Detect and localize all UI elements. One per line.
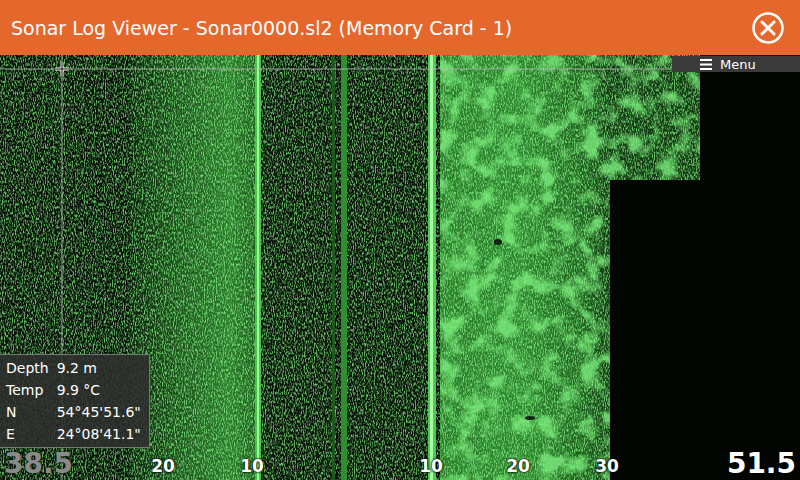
sonar-log-viewer: Sonar Log Viewer - Sonar0000.sl2 (Memory… xyxy=(0,0,800,480)
readout-label: Depth xyxy=(6,358,49,378)
crosshair-cursor-icon xyxy=(55,62,69,76)
range-tick: 20 xyxy=(506,455,530,477)
readout-label: Temp xyxy=(6,380,49,400)
readout-value: 9.2 m xyxy=(57,358,141,378)
readout-label: N xyxy=(6,402,49,422)
title-bar: Sonar Log Viewer - Sonar0000.sl2 (Memory… xyxy=(0,0,800,55)
close-button[interactable] xyxy=(750,10,786,46)
readout-panel: Depth 9.2 m Temp 9.9 °C N 54°45'51.6" E 24°08'4… xyxy=(0,354,150,448)
readout-value: 54°45'51.6" xyxy=(57,402,141,422)
close-icon xyxy=(751,11,785,45)
range-tick: 10 xyxy=(240,455,264,477)
range-tick: 30 xyxy=(595,455,619,477)
sonar-view[interactable]: Menu Depth 9.2 m Temp 9.9 °C N 54°45'51.6" E 24°… xyxy=(0,55,800,480)
range-tick: 20 xyxy=(151,455,175,477)
window-title: Sonar Log Viewer - Sonar0000.sl2 (Memory… xyxy=(11,17,512,39)
hamburger-icon xyxy=(700,59,712,70)
readout-label: E xyxy=(6,424,49,444)
readout-value: 24°08'41.1" xyxy=(57,424,141,444)
menu-button[interactable]: Menu xyxy=(672,56,800,72)
range-left: 38.5 xyxy=(4,448,73,480)
readout-value: 9.9 °C xyxy=(57,380,141,400)
range-tick: 10 xyxy=(419,455,443,477)
menu-label: Menu xyxy=(720,57,756,72)
range-right: 51.5 xyxy=(727,448,796,480)
